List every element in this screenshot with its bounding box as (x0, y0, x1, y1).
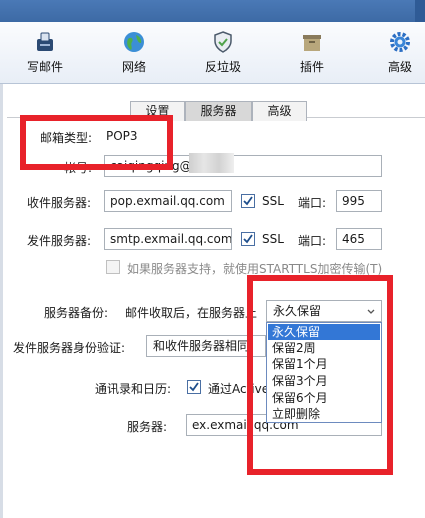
outgoing-port-label: 端口: (298, 234, 327, 248)
incoming-server-field[interactable]: pop.exmail.qq.com (104, 190, 232, 212)
title-bar-edge (415, 0, 425, 22)
contacts-label: 通讯录和日历: (95, 382, 172, 396)
outgoing-ssl-label: SSL (262, 232, 284, 246)
tab-advanced[interactable]: 高级 (252, 101, 307, 121)
highlight-backup-options (247, 275, 393, 475)
compose-button[interactable]: 写邮件 (10, 30, 80, 80)
incoming-ssl-checkbox[interactable] (241, 194, 255, 208)
outgoing-server-label: 发件服务器: (27, 234, 92, 248)
incoming-port-field[interactable]: 995 (336, 190, 382, 212)
advanced-label: 高级 (387, 60, 412, 74)
compose-icon (37, 32, 53, 51)
outgoing-auth-value: 和收件服务器相同 (153, 339, 250, 353)
antispam-label: 反垃圾 (204, 60, 241, 74)
server-label: 服务器: (127, 420, 168, 434)
incoming-port-label: 端口: (298, 196, 327, 210)
network-label: 网络 (121, 60, 146, 74)
plugins-button[interactable]: 插件 (277, 30, 347, 80)
checkmark-icon (243, 234, 253, 244)
globe-icon (124, 32, 144, 52)
incoming-server-label: 收件服务器: (27, 196, 92, 210)
backup-description: 邮件收取后，在服务器上 (125, 306, 258, 320)
left-edge (0, 84, 3, 518)
shield-icon (214, 31, 232, 53)
highlight-mailbox-type (20, 115, 173, 170)
advanced-button[interactable]: 高级 (365, 30, 425, 80)
starttls-checkbox[interactable] (106, 260, 120, 274)
network-button[interactable]: 网络 (99, 30, 169, 80)
tab-server[interactable]: 服务器 (185, 101, 252, 121)
gear-icon (390, 32, 410, 52)
backup-label: 服务器备份: (44, 306, 109, 320)
redacted-area (189, 153, 234, 173)
incoming-ssl-label: SSL (262, 194, 284, 208)
window-title-bar (0, 0, 425, 22)
compose-label: 写邮件 (26, 60, 63, 74)
outgoing-server-field[interactable]: smtp.exmail.qq.com (104, 228, 232, 250)
contacts-checkbox[interactable] (187, 380, 201, 394)
outgoing-ssl-checkbox[interactable] (241, 232, 255, 246)
box-icon (303, 35, 321, 51)
checkmark-icon (189, 382, 199, 392)
outgoing-auth-label: 发件服务器身份验证: (13, 341, 126, 355)
checkmark-icon (243, 196, 253, 206)
antispam-button[interactable]: 反垃圾 (188, 30, 258, 80)
plugins-label: 插件 (299, 60, 324, 74)
outgoing-port-field[interactable]: 465 (336, 228, 382, 250)
main-toolbar: 写邮件 网络 反垃圾 插件 高级 (0, 22, 425, 84)
